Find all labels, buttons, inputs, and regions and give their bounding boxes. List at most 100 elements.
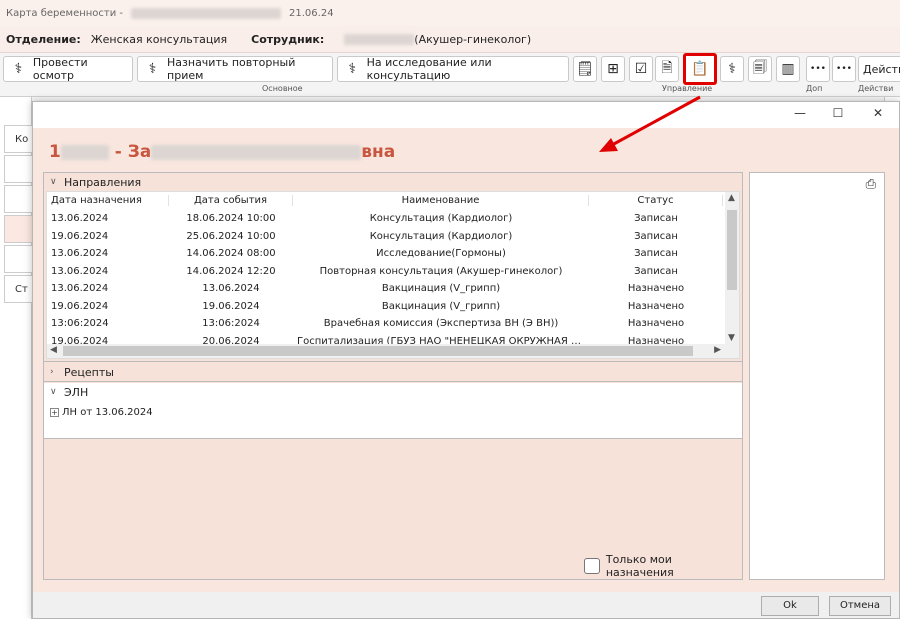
document-refresh-icon[interactable]: 🗎 xyxy=(655,56,679,82)
table-row[interactable]: 19.06.2024 19.06.2024 Вакцинация (V_грипп)… xyxy=(47,298,723,315)
table-cell: Повторная консультация (Акушер-гинеколог… xyxy=(319,265,563,277)
dialog-body: 1 - За вна ∨ Направления Дата назначения … xyxy=(33,128,899,618)
window-title: Карта беременности - xyxy=(6,7,124,19)
horizontal-scrollbar[interactable]: ◀ ▶ xyxy=(47,344,739,358)
research-button[interactable]: ⚕ На исследование или консультацию xyxy=(337,56,569,82)
print-icon[interactable]: ⎙ xyxy=(866,177,876,192)
bg-tab-3[interactable] xyxy=(4,185,32,213)
section-directions-label: Направления xyxy=(64,175,142,189)
section-recipes-label: Рецепты xyxy=(64,365,114,379)
section-eln-header[interactable]: ∨ ЭЛН xyxy=(44,383,88,401)
repeat-appointment-label: Назначить повторный прием xyxy=(167,56,296,82)
table-cell: 19.06.2024 xyxy=(202,300,260,312)
expand-plus-icon[interactable]: + xyxy=(50,408,59,417)
dialog-titlebar: — ☐ ✕ xyxy=(33,102,899,128)
scroll-up-icon[interactable]: ▲ xyxy=(728,193,735,203)
document-close-icon[interactable]: 🗐 xyxy=(748,56,772,82)
bg-tab-label-1: Ко xyxy=(15,134,29,145)
section-directions-header[interactable]: ∨ Направления xyxy=(44,173,141,191)
table-cell: Записан xyxy=(634,230,678,242)
table-row[interactable]: 13.06.2024 18.06.2024 10:00 Консультация (… xyxy=(47,210,723,227)
col-header-status[interactable]: Статус xyxy=(589,195,723,206)
stethoscope-edit-icon[interactable]: ⚕ xyxy=(720,56,744,82)
scroll-right-icon[interactable]: ▶ xyxy=(714,345,721,355)
table-cell: 19.06.2024 xyxy=(51,230,109,242)
table-row[interactable]: 13.06.2024 13.06.2024 Вакцинация (V_грипп)… xyxy=(47,280,723,297)
checklist-icon[interactable]: ☑ xyxy=(629,56,653,82)
table-row[interactable]: 13.06.2024 14.06.2024 08:00 Исследование(Г… xyxy=(47,245,723,262)
exam-button-label: Провести осмотр xyxy=(32,56,88,82)
group-label-actions: Действи xyxy=(858,84,894,93)
table-cell: 13.06.2024 xyxy=(202,283,260,294)
dialog-button-bar: Ok Отмена xyxy=(33,592,899,618)
section-eln-label: ЭЛН xyxy=(64,385,89,399)
only-mine-label: Только мои назначения xyxy=(605,553,674,579)
group-label-manage: Управление xyxy=(662,84,713,93)
table-cell: 13:06:2024 xyxy=(51,318,109,329)
table-header-row: Дата назначения Дата события Наименовани… xyxy=(47,192,723,209)
bg-tab-4[interactable] xyxy=(4,215,32,243)
only-mine-checkbox[interactable]: Только мои назначения xyxy=(584,553,742,579)
cancel-button[interactable]: Отмена xyxy=(829,596,891,616)
library-icon[interactable]: ▥ xyxy=(776,56,800,82)
col-header-name[interactable]: Наименование xyxy=(293,195,589,206)
bg-tab-2[interactable] xyxy=(4,155,32,183)
exam-button[interactable]: ⚕ Провести осмотр xyxy=(3,56,133,82)
bg-tab-1[interactable]: Ко xyxy=(4,125,32,153)
group-label-main: Основное xyxy=(262,84,303,93)
add-record-icon[interactable]: ⊞ xyxy=(601,56,625,82)
vertical-scrollbar[interactable]: ▲ ▼ xyxy=(725,192,739,344)
scroll-down-icon[interactable]: ▼ xyxy=(728,333,735,343)
bg-tab-6[interactable]: Ст xyxy=(4,275,32,303)
table-cell: Назначено xyxy=(627,300,685,312)
patient-name: 1 - За вна xyxy=(49,142,395,162)
vertical-scroll-thumb[interactable] xyxy=(727,210,737,290)
maximize-icon[interactable]: ☐ xyxy=(827,106,849,124)
section-recipes-header[interactable]: › Рецепты xyxy=(44,363,114,381)
eln-tree-item[interactable]: + ЛН от 13.06.2024 xyxy=(50,407,153,418)
table-cell: 13.06.2024 xyxy=(51,213,109,224)
window-titlebar: Карта беременности - 21.06.24 xyxy=(0,0,900,26)
stethoscope-plus-icon: ⚕ xyxy=(14,61,23,77)
table-cell: Записан xyxy=(634,213,678,224)
table-cell: 13.06.2024 xyxy=(51,248,109,259)
table-cell: Консультация (Кардиолог) xyxy=(369,213,513,224)
dept-label: Отделение: xyxy=(6,32,81,46)
table-cell: Записан xyxy=(634,248,678,259)
table-row[interactable]: 13:06:2024 13:06:2024 Врачебная комиссия (… xyxy=(47,315,723,332)
table-cell: Назначено xyxy=(627,318,685,329)
repeat-appointment-button[interactable]: ⚕ Назначить повторный прием xyxy=(137,56,333,82)
divider-eln xyxy=(44,381,742,382)
patient-name-end: вна xyxy=(361,142,396,162)
ribbon-toolbar: ⚕ Провести осмотр ⚕ Назначить повторный … xyxy=(0,53,900,97)
more-extra-button[interactable]: ••• xyxy=(806,56,830,82)
redacted-name xyxy=(151,144,362,160)
bg-tab-5[interactable] xyxy=(4,245,32,273)
actions-button[interactable]: Действ xyxy=(858,56,900,82)
chevron-down-icon: ∨ xyxy=(50,177,57,187)
table-cell: Консультация (Кардиолог) xyxy=(369,230,513,242)
notes-icon[interactable]: 🗒 xyxy=(573,56,597,82)
directions-panel: ∨ Направления Дата назначения Дата событ… xyxy=(43,172,743,580)
close-icon[interactable]: ✕ xyxy=(867,106,889,124)
table-row[interactable]: 19.06.2024 25.06.2024 10:00 Консультация (… xyxy=(47,228,723,245)
dept-value: Женская консультация xyxy=(90,32,228,46)
minimize-icon[interactable]: — xyxy=(789,106,811,124)
clipboard-edit-icon[interactable]: 📋 xyxy=(683,53,717,85)
table-cell: Назначено xyxy=(627,283,685,294)
redacted-id xyxy=(60,144,109,160)
employee-role: (Акушер-гинеколог) xyxy=(414,32,532,46)
scroll-left-icon[interactable]: ◀ xyxy=(50,345,57,355)
table-cell: 14.06.2024 12:20 xyxy=(186,265,276,277)
checkbox-box[interactable] xyxy=(584,558,600,574)
table-cell: Вакцинация (V_грипп) xyxy=(381,300,501,312)
more-actions-button[interactable]: ••• xyxy=(832,56,856,82)
col-header-assign-date[interactable]: Дата назначения xyxy=(47,195,169,206)
table-row[interactable]: 13.06.2024 14.06.2024 12:20 Повторная конс… xyxy=(47,263,723,280)
ok-button[interactable]: Ok xyxy=(761,596,819,616)
table-cell: Записан xyxy=(634,265,678,277)
col-header-event-date[interactable]: Дата события xyxy=(169,195,293,206)
horizontal-scroll-thumb[interactable] xyxy=(63,346,693,356)
background-panel-left: Ко Ст xyxy=(0,97,32,619)
table-cell: 25.06.2024 10:00 xyxy=(186,230,276,242)
